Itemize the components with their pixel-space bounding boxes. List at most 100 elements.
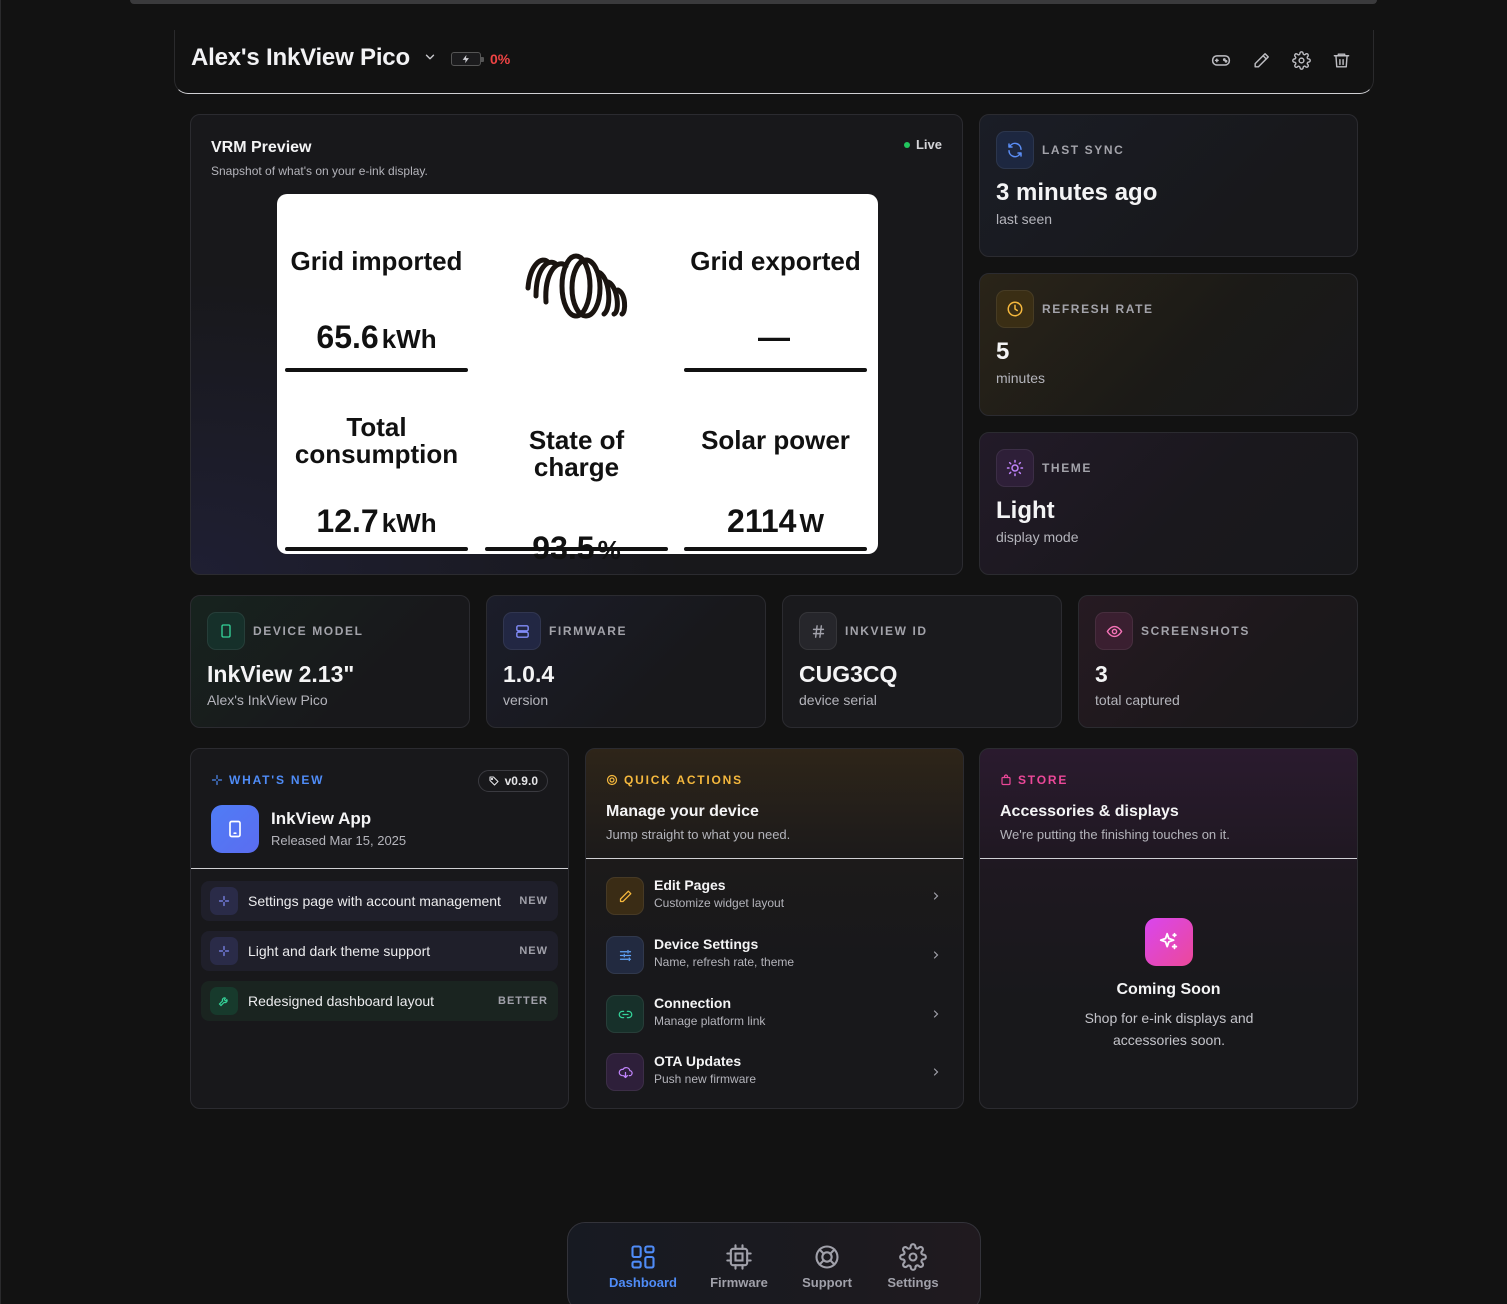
card-label: FIRMWARE [549, 624, 628, 638]
action-connection[interactable]: Connection Manage platform link [606, 993, 944, 1037]
device-model-sub: Alex's InkView Pico [207, 692, 328, 708]
nav-firmware[interactable]: Firmware [699, 1243, 779, 1290]
divider [980, 858, 1357, 859]
eink-display: Grid imported 65.6 kWh Grid exported — T… [277, 194, 878, 566]
clock-icon [996, 290, 1034, 328]
app-name: InkView App [271, 809, 372, 828]
last-sync-sub: last seen [996, 211, 1053, 227]
card-label: THEME [1042, 461, 1092, 475]
sparkle-icon [210, 937, 238, 965]
quick-actions-card: QUICK ACTIONS Manage your device Jump st… [585, 748, 964, 1109]
pencil-icon[interactable] [1250, 49, 1272, 71]
refresh-rate-card: REFRESH RATE 5 minutes [979, 273, 1358, 416]
gear-icon [899, 1243, 927, 1271]
link-icon [606, 995, 644, 1033]
live-status: Live [903, 137, 942, 152]
divider [586, 858, 963, 859]
tile-solar-power: Solar power 2114 W [701, 425, 850, 540]
server-icon [503, 612, 541, 650]
firmware-sub: version [503, 692, 549, 708]
shopping-bag-icon [1001, 774, 1011, 786]
pencil-icon [606, 877, 644, 915]
gamepad-icon[interactable] [1210, 49, 1232, 71]
device-header: Alex's InkView Pico 0% [174, 30, 1374, 94]
card-label: INKVIEW ID [845, 624, 928, 638]
tag-icon [489, 776, 499, 786]
tile-total-consumption: Total consumption 12.7 kWh [294, 412, 459, 540]
chevron-right-icon [930, 1007, 942, 1025]
chevron-right-icon [930, 948, 942, 966]
preview-title: VRM Preview [211, 139, 312, 156]
feature-badge: BETTER [498, 995, 548, 1007]
sparkles-icon [1145, 918, 1193, 966]
tile-underline [285, 547, 468, 551]
coming-soon-desc: Shop for e-ink displays and accessories … [1084, 1010, 1254, 1048]
quick-actions-title: Manage your device [606, 803, 759, 820]
tablet-icon [207, 612, 245, 650]
wrench-icon [210, 987, 238, 1015]
screenshots-value: 3 [1095, 661, 1108, 687]
inkview-id-value: CUG3CQ [799, 661, 898, 687]
store-title: Accessories & displays [1000, 803, 1179, 820]
tile-underline [285, 368, 468, 372]
version-pill: v0.9.0 [477, 770, 548, 792]
quick-actions-subtitle: Jump straight to what you need. [606, 827, 791, 842]
battery-icon [451, 52, 484, 66]
action-edit-pages[interactable]: Edit Pages Customize widget layout [606, 875, 944, 919]
device-model-card: DEVICE MODEL InkView 2.13" Alex's InkVie… [190, 595, 470, 728]
target-icon [606, 774, 618, 786]
firmware-card: FIRMWARE 1.0.4 version [486, 595, 766, 728]
sliders-icon [606, 936, 644, 974]
inkview-id-card: INKVIEW ID CUG3CQ device serial [782, 595, 1062, 728]
chevron-right-icon [930, 889, 942, 907]
sparkle-icon [210, 887, 238, 915]
coming-soon-title: Coming Soon [1116, 981, 1221, 998]
feature-item: Redesigned dashboard layout BETTER [201, 981, 558, 1021]
nav-settings[interactable]: Settings [873, 1243, 953, 1290]
divider [191, 868, 568, 869]
tile-grid-imported: Grid imported 65.6 kWh [290, 246, 463, 356]
last-sync-card: LAST SYNC 3 minutes ago last seen [979, 114, 1358, 257]
gear-icon[interactable] [1290, 49, 1312, 71]
refresh-icon [996, 131, 1034, 169]
bottom-nav: Dashboard Firmware Support Settings [567, 1222, 981, 1304]
chip-icon [726, 1244, 752, 1270]
theme-sub: display mode [996, 529, 1079, 545]
store-subtitle: We're putting the finishing touches on i… [1000, 827, 1230, 842]
feature-item: Light and dark theme support NEW [201, 931, 558, 971]
refresh-rate-sub: minutes [996, 370, 1046, 386]
card-label: SCREENSHOTS [1141, 624, 1250, 638]
device-name[interactable]: Alex's InkView Pico [191, 44, 410, 72]
cloud-download-icon [606, 1053, 644, 1091]
store-label: STORE [1000, 773, 1068, 787]
eye-icon [1095, 612, 1133, 650]
theme-card: THEME Light display mode [979, 432, 1358, 575]
nav-support[interactable]: Support [787, 1243, 867, 1290]
app-tablet-icon [211, 805, 259, 853]
action-ota-updates[interactable]: OTA Updates Push new firmware [606, 1051, 944, 1095]
action-device-settings[interactable]: Device Settings Name, refresh rate, them… [606, 934, 944, 978]
firmware-value: 1.0.4 [503, 661, 555, 687]
feature-badge: NEW [519, 895, 548, 907]
live-dot-icon [903, 141, 910, 148]
store-card: STORE Accessories & displays We're putti… [979, 748, 1358, 1109]
release-date: Released Mar 15, 2025 [271, 833, 407, 848]
device-model-value: InkView 2.13" [207, 661, 355, 687]
whats-new-label: WHAT'S NEW [211, 773, 324, 787]
top-strip [130, 0, 1377, 4]
window-edge [0, 0, 1, 1304]
chevron-down-icon[interactable] [423, 50, 437, 69]
tile-underline [684, 547, 867, 551]
whats-new-card: WHAT'S NEW v0.9.0 InkView App Released M… [190, 748, 569, 1109]
feature-item: Settings page with account management NE… [201, 881, 558, 921]
tile-grid-exported: Grid exported — [690, 246, 861, 356]
trash-icon[interactable] [1330, 49, 1352, 71]
screenshots-card: SCREENSHOTS 3 total captured [1078, 595, 1358, 728]
screenshots-sub: total captured [1095, 692, 1180, 708]
vrm-preview-card: VRM Preview Snapshot of what's on your e… [190, 114, 963, 575]
inkview-id-sub: device serial [799, 692, 877, 708]
quick-actions-label: QUICK ACTIONS [606, 773, 743, 787]
battery-percent: 0% [490, 51, 511, 67]
nav-dashboard[interactable]: Dashboard [603, 1243, 683, 1290]
last-sync-value: 3 minutes ago [996, 179, 1158, 206]
